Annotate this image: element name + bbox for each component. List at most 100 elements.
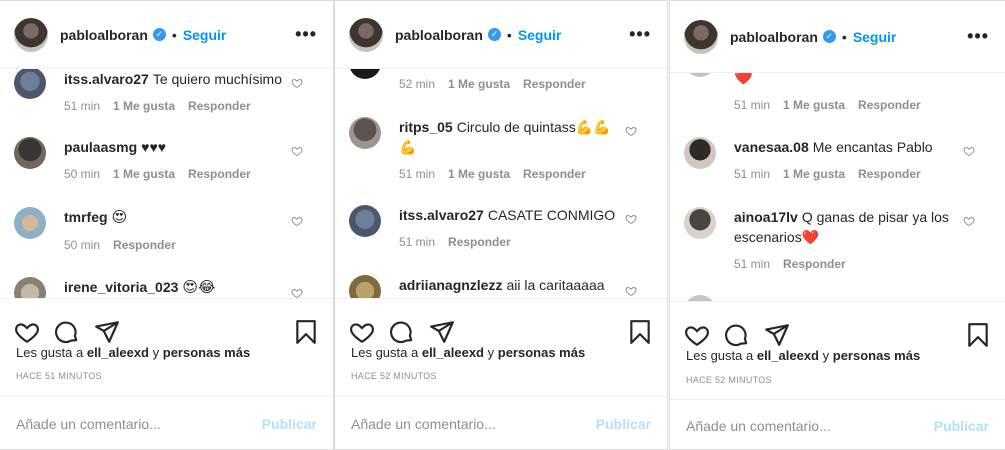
follow-button[interactable]: Seguir — [183, 27, 227, 43]
profile-avatar[interactable] — [14, 17, 48, 52]
comment-icon[interactable] — [389, 319, 415, 345]
comments-list[interactable]: ❤️ 51 min 1 Me gusta Responder vanesaa.08 M… — [670, 73, 1005, 302]
reply-button[interactable]: Responder — [858, 98, 921, 112]
comment-item: itss.alvaro27 Te quiero muchísimo 51 min 1… — [14, 69, 319, 113]
like-comment-heart-icon[interactable] — [625, 213, 637, 225]
comment-time[interactable]: 52 min — [399, 77, 435, 91]
publish-button[interactable]: Publicar — [934, 418, 989, 434]
likes-others[interactable]: personas más — [163, 345, 250, 360]
comment-time[interactable]: 51 min — [399, 167, 435, 181]
reply-button[interactable]: Responder — [188, 167, 251, 181]
more-options-icon[interactable]: ••• — [629, 24, 651, 45]
comment-likes[interactable]: 1 Me gusta — [783, 167, 845, 181]
follow-button[interactable]: Seguir — [518, 27, 562, 43]
comment-username[interactable]: irene_vitoria_023 — [64, 279, 178, 295]
commenter-avatar[interactable] — [349, 205, 381, 237]
follow-button[interactable]: Seguir — [853, 29, 897, 45]
commenter-avatar[interactable] — [14, 69, 46, 99]
comment-likes[interactable]: 1 Me gusta — [113, 99, 175, 113]
post-timestamp[interactable]: HACE 52 MINUTOS — [686, 375, 772, 385]
bookmark-icon[interactable] — [293, 319, 319, 345]
like-comment-heart-icon[interactable] — [291, 145, 303, 157]
reply-button[interactable]: Responder — [783, 257, 846, 271]
commenter-avatar[interactable] — [349, 275, 381, 298]
likes-user[interactable]: ell_aleexd — [87, 345, 149, 360]
likes-middle: y — [822, 348, 830, 363]
commenter-avatar[interactable] — [14, 277, 46, 298]
comment-username[interactable]: adriianagnzlezz — [399, 277, 502, 293]
comment-time[interactable]: 50 min — [64, 238, 100, 252]
commenter-avatar[interactable] — [349, 117, 381, 149]
comment-time[interactable]: 51 min — [734, 167, 770, 181]
likes-user[interactable]: ell_aleexd — [757, 348, 819, 363]
username[interactable]: pabloalboran — [395, 27, 483, 43]
heart-icon[interactable] — [14, 319, 40, 345]
profile-avatar[interactable] — [684, 19, 718, 54]
comment-username[interactable]: tmrfeg — [64, 209, 108, 225]
likes-user[interactable]: ell_aleexd — [422, 345, 484, 360]
commenter-avatar[interactable] — [349, 69, 381, 79]
comment-username[interactable]: vanesaa.08 — [734, 139, 809, 155]
likes-others[interactable]: personas más — [498, 345, 585, 360]
comment-username[interactable]: itss.alvaro27 — [64, 71, 149, 87]
commenter-avatar[interactable] — [14, 207, 46, 239]
likes-others[interactable]: personas más — [833, 348, 920, 363]
reply-button[interactable]: Responder — [858, 167, 921, 181]
profile-avatar[interactable] — [349, 17, 383, 52]
like-comment-heart-icon[interactable] — [625, 285, 637, 297]
comment-icon[interactable] — [54, 319, 80, 345]
reply-button[interactable]: Responder — [113, 238, 176, 252]
share-icon[interactable] — [429, 319, 455, 345]
reply-button[interactable]: Responder — [188, 99, 251, 113]
add-comment-input[interactable]: Añade un comentario... — [686, 418, 831, 434]
comments-list[interactable]: itss.alvaro27 Te quiero muchísimo 51 min 1… — [0, 69, 333, 298]
comment-username[interactable]: ainoa17lv — [734, 209, 798, 225]
post-timestamp[interactable]: HACE 52 MINUTOS — [351, 371, 437, 381]
comment-time[interactable]: 51 min — [734, 98, 770, 112]
comment-meta: 50 min 1 Me gusta Responder — [64, 167, 319, 181]
publish-button[interactable]: Publicar — [262, 416, 317, 432]
comment-time[interactable]: 51 min — [399, 235, 435, 249]
post-header: pabloalboran ✓ • Seguir ••• — [670, 1, 1005, 73]
comment-username[interactable]: itss.alvaro27 — [399, 207, 484, 223]
bookmark-icon[interactable] — [627, 319, 653, 345]
comment-time[interactable]: 51 min — [734, 257, 770, 271]
more-options-icon[interactable]: ••• — [295, 24, 317, 45]
username[interactable]: pabloalboran — [730, 29, 818, 45]
like-comment-heart-icon[interactable] — [963, 215, 975, 227]
likes-summary: Les gusta a ell_aleexd y personas más — [351, 345, 585, 360]
like-comment-heart-icon[interactable] — [963, 145, 975, 157]
reply-button[interactable]: Responder — [523, 77, 586, 91]
commenter-avatar[interactable] — [684, 207, 716, 239]
heart-icon[interactable] — [684, 322, 710, 348]
post-timestamp[interactable]: HACE 51 MINUTOS — [16, 371, 102, 381]
add-comment-input[interactable]: Añade un comentario... — [351, 416, 496, 432]
comment-likes[interactable]: 1 Me gusta — [448, 167, 510, 181]
heart-icon[interactable] — [349, 319, 375, 345]
comment-username[interactable]: ritps_05 — [399, 119, 453, 135]
share-icon[interactable] — [764, 322, 790, 348]
comment-likes[interactable]: 1 Me gusta — [783, 98, 845, 112]
commenter-avatar[interactable] — [14, 137, 46, 169]
commenter-avatar[interactable] — [684, 137, 716, 169]
bookmark-icon[interactable] — [965, 322, 991, 348]
add-comment-input[interactable]: Añade un comentario... — [16, 416, 161, 432]
comment-likes[interactable]: 1 Me gusta — [448, 77, 510, 91]
share-icon[interactable] — [94, 319, 120, 345]
like-comment-heart-icon[interactable] — [291, 215, 303, 227]
like-comment-heart-icon[interactable] — [625, 125, 637, 137]
commenter-avatar[interactable] — [684, 73, 716, 77]
comment-username[interactable]: paulaasmg — [64, 139, 137, 155]
comment-icon[interactable] — [724, 322, 750, 348]
reply-button[interactable]: Responder — [448, 235, 511, 249]
comments-list[interactable]: 52 min 1 Me gusta Responder ritps_05 Circul… — [335, 69, 667, 298]
like-comment-heart-icon[interactable] — [291, 77, 303, 89]
username[interactable]: pabloalboran — [60, 27, 148, 43]
comment-time[interactable]: 51 min — [64, 99, 100, 113]
publish-button[interactable]: Publicar — [596, 416, 651, 432]
comment-time[interactable]: 50 min — [64, 167, 100, 181]
comment-likes[interactable]: 1 Me gusta — [113, 167, 175, 181]
reply-button[interactable]: Responder — [523, 167, 586, 181]
like-comment-heart-icon[interactable] — [291, 287, 303, 298]
more-options-icon[interactable]: ••• — [967, 26, 989, 47]
